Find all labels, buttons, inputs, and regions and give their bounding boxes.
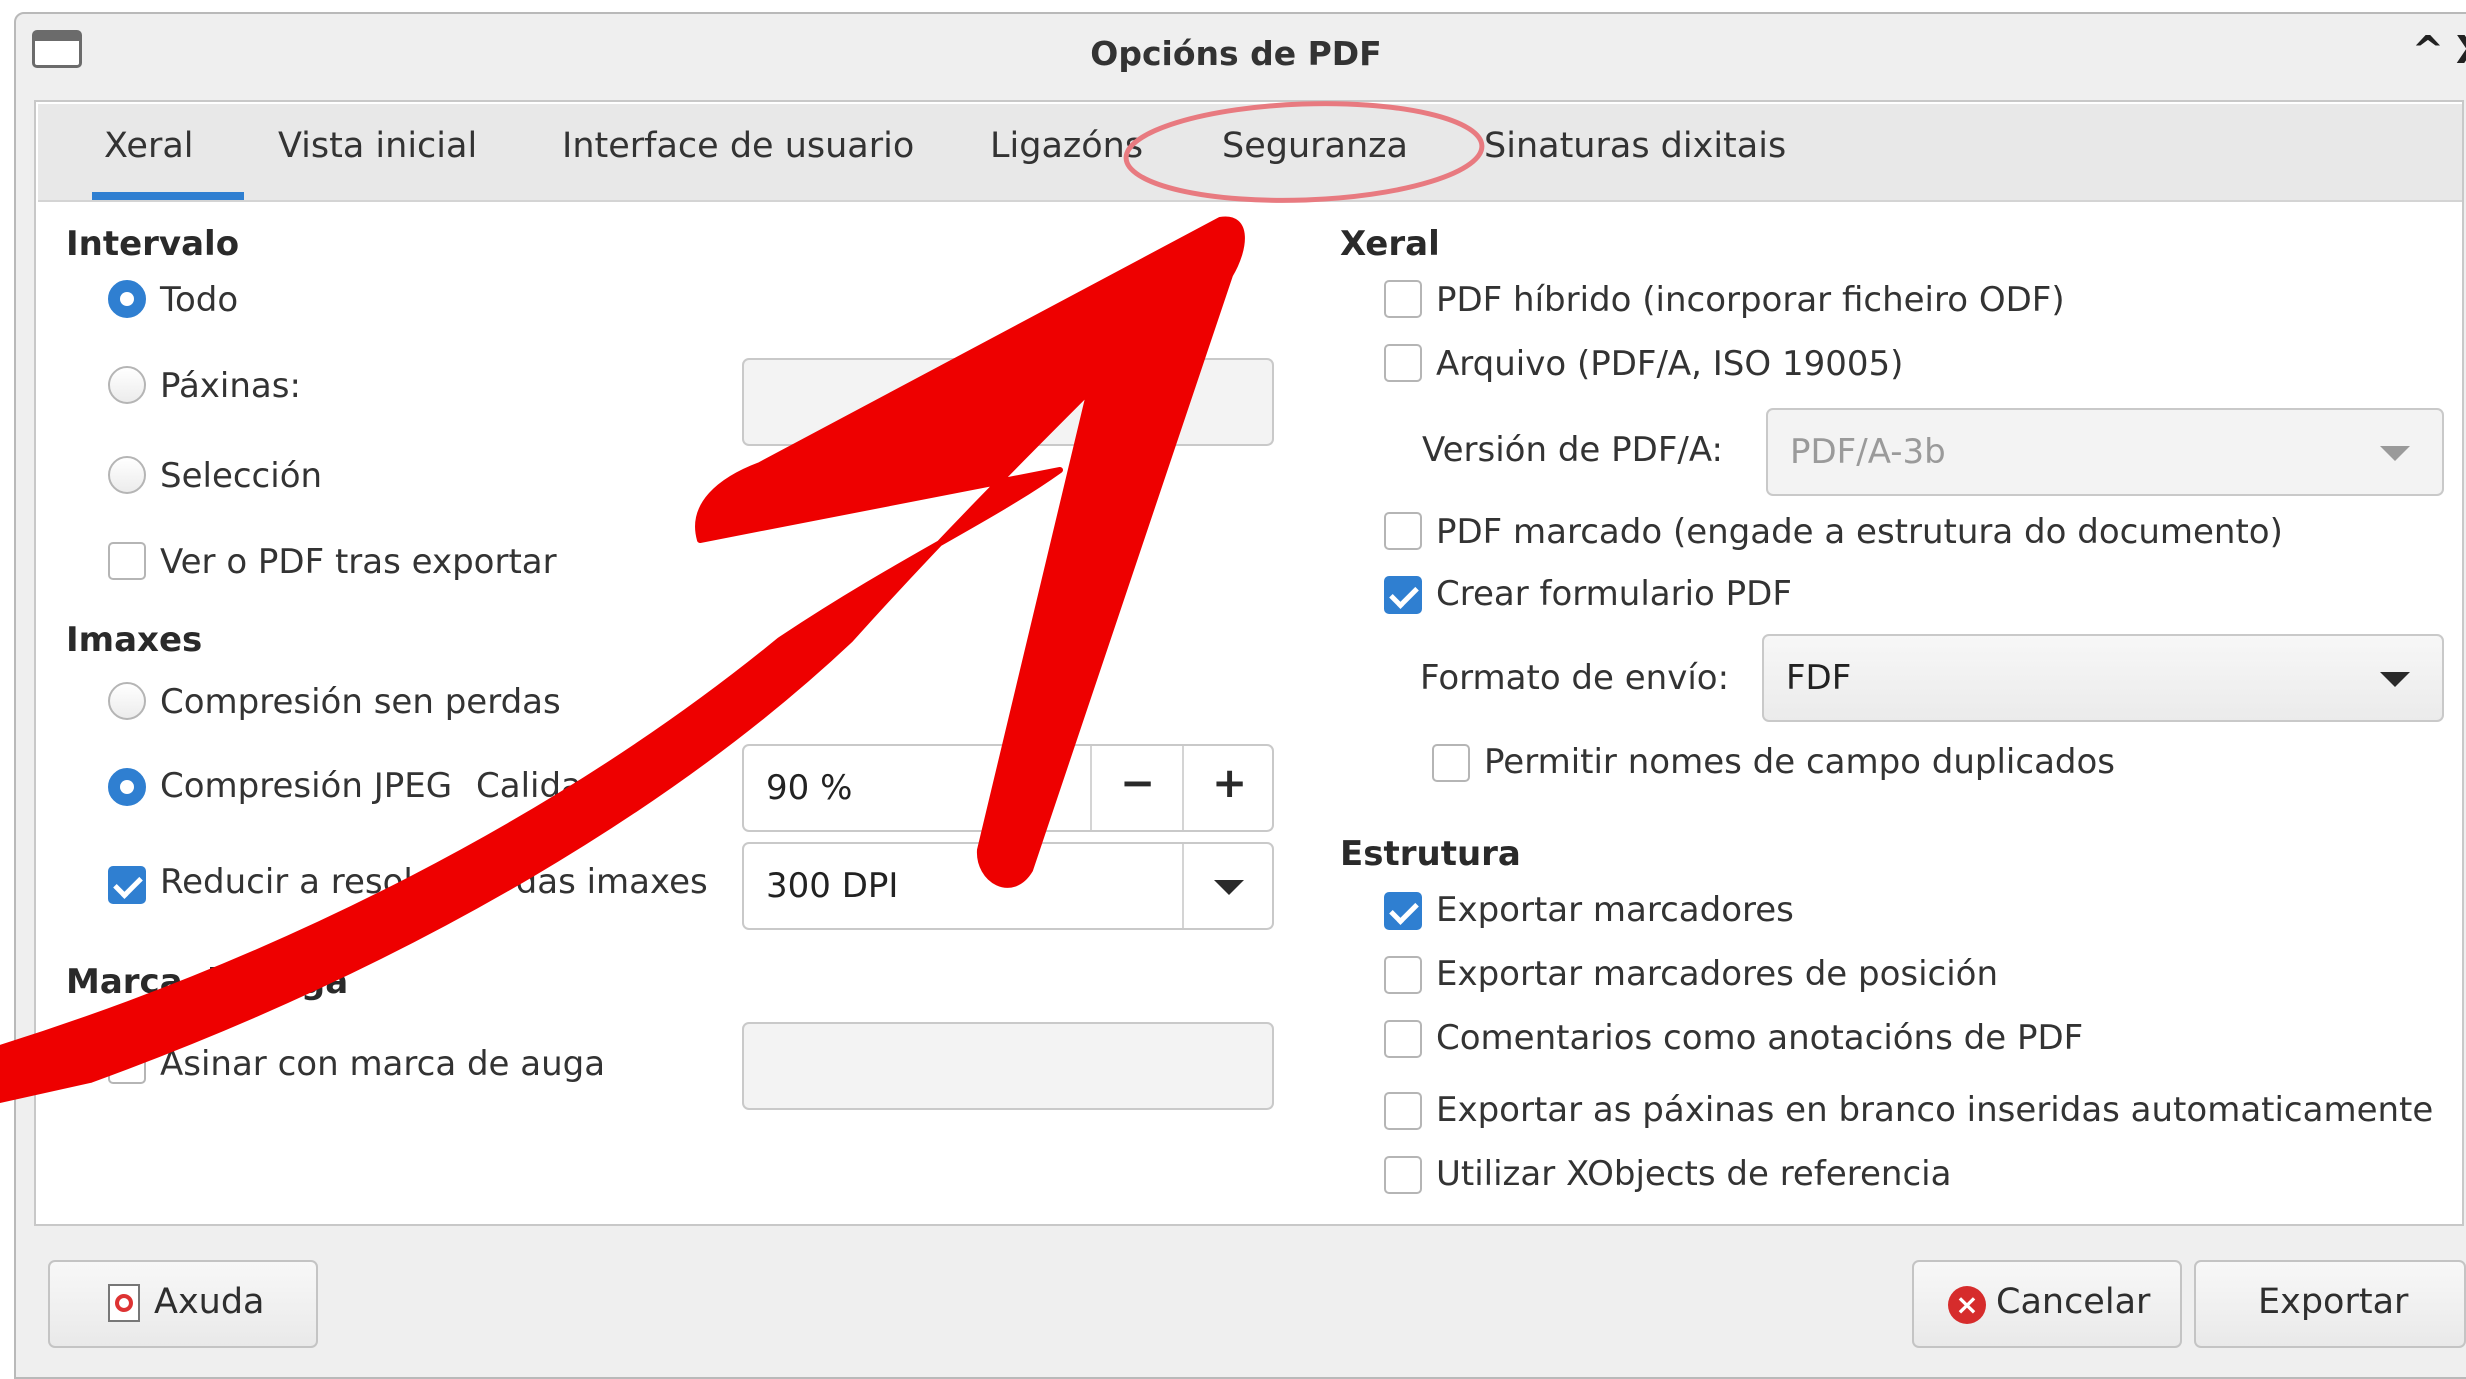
cancel-button-label: Cancelar bbox=[1996, 1282, 2151, 1322]
help-button[interactable]: Axuda bbox=[48, 1260, 318, 1348]
watermark-input[interactable] bbox=[742, 1022, 1274, 1110]
archive-checkbox[interactable] bbox=[1384, 344, 1422, 382]
quality-label: Calidade: bbox=[476, 766, 636, 806]
export-bookmarks-label: Exportar marcadores bbox=[1436, 890, 1794, 930]
dialog-content: Xeral Vista inicial Interface de usuario… bbox=[34, 100, 2464, 1226]
jpeg-radio[interactable] bbox=[108, 768, 146, 806]
help-button-label: Axuda bbox=[154, 1282, 265, 1322]
export-placeholders-checkbox[interactable] bbox=[1384, 956, 1422, 994]
chevron-down-icon bbox=[2380, 446, 2410, 461]
structure-header: Estrutura bbox=[1340, 834, 1521, 874]
watermark-label: Asinar con marca de auga bbox=[160, 1044, 606, 1084]
dialog-title: Opcións de PDF bbox=[1090, 34, 1382, 73]
view-after-export-label: Ver o PDF tras exportar bbox=[160, 542, 557, 582]
export-placeholders-label: Exportar marcadores de posición bbox=[1436, 954, 1999, 994]
tagged-pdf-checkbox[interactable] bbox=[1384, 512, 1422, 550]
reduce-resolution-checkbox[interactable] bbox=[108, 866, 146, 904]
cancel-button[interactable]: × Cancelar bbox=[1912, 1260, 2182, 1348]
submit-format-value: FDF bbox=[1786, 658, 1852, 698]
resolution-combobox[interactable]: 300 DPI bbox=[742, 842, 1274, 930]
tab-initial-view[interactable]: Vista inicial bbox=[278, 126, 477, 166]
range-selection-label: Selección bbox=[160, 456, 323, 496]
maximize-icon[interactable]: ^ bbox=[2412, 28, 2444, 72]
export-bookmarks-checkbox[interactable] bbox=[1384, 892, 1422, 930]
blank-pages-checkbox[interactable] bbox=[1384, 1092, 1422, 1130]
tab-links[interactable]: Ligazóns bbox=[990, 126, 1143, 166]
quality-value: 90 % bbox=[766, 768, 853, 808]
hybrid-pdf-checkbox[interactable] bbox=[1384, 280, 1422, 318]
images-header: Imaxes bbox=[66, 620, 203, 660]
view-after-export-checkbox[interactable] bbox=[108, 542, 146, 580]
general-header: Xeral bbox=[1340, 224, 1440, 264]
title-bar: Opcións de PDF ^ X bbox=[16, 14, 2466, 90]
tab-general[interactable]: Xeral bbox=[104, 126, 194, 166]
allow-duplicate-label: Permitir nomes de campo duplicados bbox=[1484, 742, 2116, 782]
watermark-checkbox[interactable] bbox=[108, 1046, 146, 1084]
range-selection-radio[interactable] bbox=[108, 456, 146, 494]
range-all-radio[interactable] bbox=[108, 280, 146, 318]
pdfa-version-value: PDF/A-3b bbox=[1790, 432, 1946, 472]
pdfa-version-combobox: PDF/A-3b bbox=[1766, 408, 2444, 496]
range-pages-radio[interactable] bbox=[108, 366, 146, 404]
blank-pages-label: Exportar as páxinas en branco inseridas … bbox=[1436, 1090, 2434, 1130]
pdfa-version-label: Versión de PDF/A: bbox=[1422, 430, 1723, 470]
chevron-down-icon[interactable] bbox=[2380, 672, 2410, 687]
hybrid-pdf-label: PDF híbrido (incorporar ficheiro ODF) bbox=[1436, 280, 2065, 320]
jpeg-label: Compresión JPEG bbox=[160, 766, 453, 806]
lossless-label: Compresión sen perdas bbox=[160, 682, 561, 722]
close-icon[interactable]: X bbox=[2456, 28, 2466, 72]
xobjects-label: Utilizar XObjects de referencia bbox=[1436, 1154, 1952, 1194]
export-button[interactable]: Exportar bbox=[2194, 1260, 2466, 1348]
submit-format-label: Formato de envío: bbox=[1420, 658, 1730, 698]
allow-duplicate-checkbox[interactable] bbox=[1432, 744, 1470, 782]
export-button-label: Exportar bbox=[2258, 1282, 2409, 1322]
pages-input[interactable] bbox=[742, 358, 1274, 446]
watermark-header: Marca de auga bbox=[66, 962, 349, 1002]
tab-digital-signatures[interactable]: Sinaturas dixitais bbox=[1484, 126, 1786, 166]
reduce-resolution-label: Reducir a resolución das imaxes bbox=[160, 862, 708, 902]
comments-label: Comentarios como anotacións de PDF bbox=[1436, 1018, 2084, 1058]
cancel-icon: × bbox=[1948, 1286, 1986, 1324]
range-all-label: Todo bbox=[160, 280, 239, 320]
xobjects-checkbox[interactable] bbox=[1384, 1156, 1422, 1194]
resolution-value: 300 DPI bbox=[766, 866, 899, 906]
help-icon bbox=[108, 1284, 140, 1322]
archive-label: Arquivo (PDF/A, ISO 19005) bbox=[1436, 344, 1904, 384]
submit-format-combobox[interactable]: FDF bbox=[1762, 634, 2444, 722]
range-pages-label: Páxinas: bbox=[160, 366, 301, 406]
create-form-label: Crear formulario PDF bbox=[1436, 574, 1792, 614]
comments-checkbox[interactable] bbox=[1384, 1020, 1422, 1058]
tab-bar: Xeral Vista inicial Interface de usuario… bbox=[38, 104, 2462, 202]
range-header: Intervalo bbox=[66, 224, 240, 264]
quality-decrease-button[interactable]: − bbox=[1120, 758, 1155, 807]
tab-user-interface[interactable]: Interface de usuario bbox=[562, 126, 914, 166]
active-tab-indicator bbox=[92, 192, 244, 200]
lossless-radio[interactable] bbox=[108, 682, 146, 720]
quality-spinbox[interactable]: 90 % − + bbox=[742, 744, 1274, 832]
tab-security[interactable]: Seguranza bbox=[1222, 126, 1408, 166]
chevron-down-icon[interactable] bbox=[1214, 880, 1244, 895]
quality-increase-button[interactable]: + bbox=[1212, 758, 1247, 807]
tagged-pdf-label: PDF marcado (engade a estrutura do docum… bbox=[1436, 512, 2283, 552]
create-form-checkbox[interactable] bbox=[1384, 576, 1422, 614]
